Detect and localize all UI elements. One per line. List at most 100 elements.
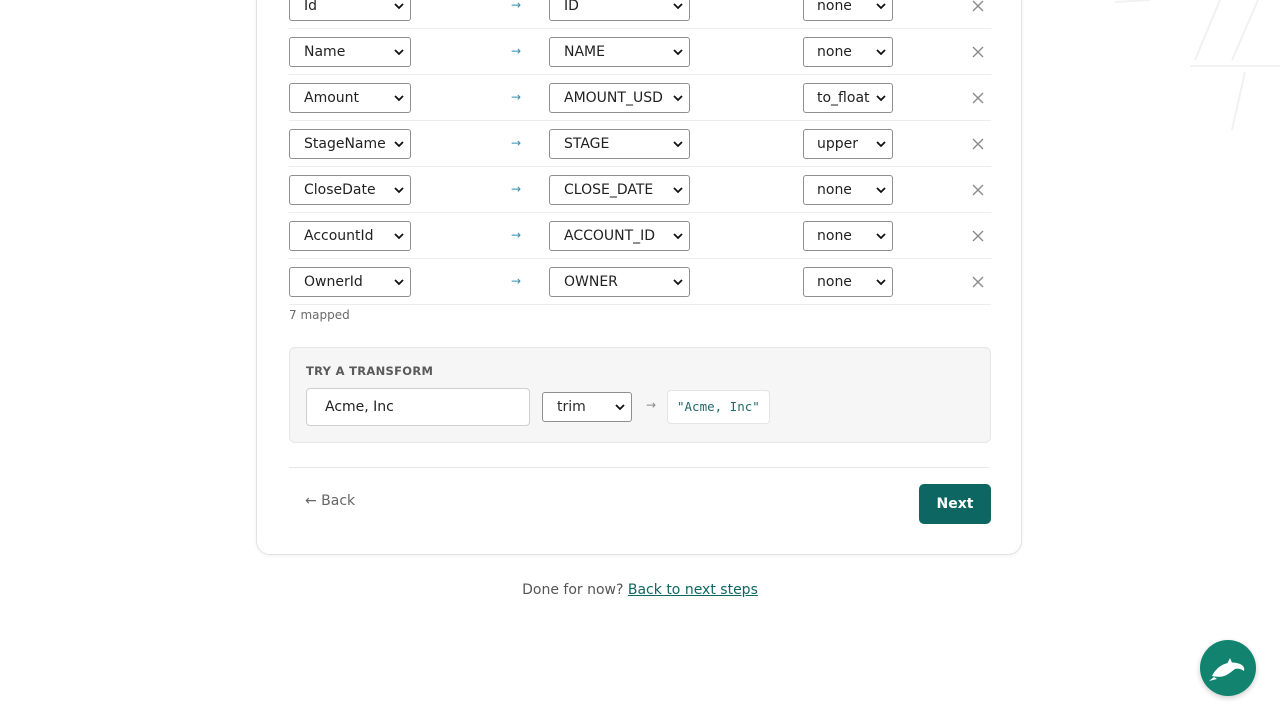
row-transform-value: none (817, 0, 852, 14)
mapping-row: Amount → AMOUNT_USD to_float (257, 75, 1023, 121)
source-field-value: Id (304, 0, 318, 14)
source-field-select[interactable]: Id (289, 0, 411, 21)
close-icon[interactable] (971, 0, 985, 13)
close-icon[interactable] (971, 275, 985, 289)
back-to-next-steps-link[interactable]: Back to next steps (628, 582, 758, 598)
source-field-value: OwnerId (304, 274, 363, 290)
arrow-icon: → (511, 136, 522, 150)
row-transform-value: none (817, 228, 852, 244)
background-decoration (1114, 0, 1280, 131)
row-transform-select[interactable]: none (803, 221, 893, 251)
chevron-down-icon (673, 49, 683, 56)
row-transform-select[interactable]: none (803, 37, 893, 67)
chevron-down-icon (394, 95, 404, 102)
chevron-down-icon (394, 187, 404, 194)
arrow-icon: → (511, 228, 522, 242)
arrow-icon: → (511, 44, 522, 58)
chevron-down-icon (673, 3, 683, 10)
target-column-value: CLOSE_DATE (564, 182, 654, 198)
target-column-value: OWNER (564, 274, 618, 290)
dolphin-icon (1209, 658, 1245, 681)
target-column-value: AMOUNT_USD (564, 90, 663, 106)
transform-select-value: trim (557, 399, 586, 415)
chevron-down-icon (876, 233, 886, 240)
chat-launcher-button[interactable] (1200, 640, 1256, 696)
target-column-select[interactable]: CLOSE_DATE (549, 175, 690, 205)
arrow-icon: → (511, 182, 522, 196)
source-field-select[interactable]: Name (289, 37, 411, 67)
divider (289, 467, 989, 468)
source-field-select[interactable]: CloseDate (289, 175, 411, 205)
arrow-icon: → (511, 90, 522, 104)
source-field-value: CloseDate (304, 182, 376, 198)
target-column-select[interactable]: ID (549, 0, 690, 21)
chevron-down-icon (673, 279, 683, 286)
row-transform-value: none (817, 44, 852, 60)
row-transform-value: upper (817, 136, 859, 152)
chevron-down-icon (394, 279, 404, 286)
arrow-icon: → (511, 274, 522, 288)
target-column-value: STAGE (564, 136, 610, 152)
transform-select[interactable]: trim (542, 392, 632, 422)
chevron-down-icon (673, 187, 683, 194)
row-transform-select[interactable]: to_float (803, 83, 893, 113)
mapping-row: StageName → STAGE upper (257, 121, 1023, 167)
row-transform-value: none (817, 274, 852, 290)
close-icon[interactable] (971, 183, 985, 197)
try-transform-panel: TRY A TRANSFORM Acme, Inc trim → "Acme, … (289, 347, 991, 443)
target-column-select[interactable]: ACCOUNT_ID (549, 221, 690, 251)
target-column-value: NAME (564, 44, 605, 60)
back-button[interactable]: ← Back (305, 493, 355, 509)
row-transform-select[interactable]: none (803, 0, 893, 21)
chevron-down-icon (673, 233, 683, 240)
close-icon[interactable] (971, 137, 985, 151)
row-transform-select[interactable]: none (803, 267, 893, 297)
sample-value-input[interactable]: Acme, Inc (306, 388, 530, 426)
row-transform-select[interactable]: upper (803, 129, 893, 159)
next-button[interactable]: Next (919, 484, 991, 524)
chevron-down-icon (615, 404, 625, 411)
chevron-down-icon (673, 141, 683, 148)
target-column-value: ACCOUNT_ID (564, 228, 656, 244)
target-column-select[interactable]: AMOUNT_USD (549, 83, 690, 113)
chevron-down-icon (394, 49, 404, 56)
source-field-select[interactable]: Amount (289, 83, 411, 113)
target-column-select[interactable]: OWNER (549, 267, 690, 297)
mapping-row: AccountId → ACCOUNT_ID none (257, 213, 1023, 259)
chevron-down-icon (394, 141, 404, 148)
chevron-down-icon (673, 95, 683, 102)
close-icon[interactable] (971, 91, 985, 105)
source-field-value: Name (304, 44, 346, 60)
chevron-down-icon (876, 49, 886, 56)
mapping-row: Id → ID none (257, 0, 1023, 29)
chevron-down-icon (876, 95, 886, 102)
mapping-row: CloseDate → CLOSE_DATE none (257, 167, 1023, 213)
source-field-value: StageName (304, 136, 386, 152)
footer: Done for now? Back to next steps (0, 582, 1280, 598)
mapped-count: 7 mapped (289, 308, 350, 322)
chevron-down-icon (876, 141, 886, 148)
source-field-select[interactable]: StageName (289, 129, 411, 159)
target-column-select[interactable]: NAME (549, 37, 690, 67)
target-column-value: ID (564, 0, 579, 14)
source-field-value: AccountId (304, 228, 374, 244)
field-mapping-card: Id → ID none Name → NAME none Amount → AMOUNT_USD t… (256, 0, 1022, 555)
mapping-row: OwnerId → OWNER none (257, 259, 1023, 305)
chevron-down-icon (876, 3, 886, 10)
transform-result: "Acme, Inc" (667, 390, 770, 424)
target-column-select[interactable]: STAGE (549, 129, 690, 159)
row-transform-value: to_float (817, 90, 870, 106)
try-transform-title: TRY A TRANSFORM (306, 364, 434, 378)
chevron-down-icon (394, 233, 404, 240)
source-field-select[interactable]: AccountId (289, 221, 411, 251)
arrow-icon: → (646, 398, 657, 412)
mapping-row: Name → NAME none (257, 29, 1023, 75)
arrow-icon: → (511, 0, 522, 12)
row-transform-value: none (817, 182, 852, 198)
close-icon[interactable] (971, 229, 985, 243)
chevron-down-icon (876, 279, 886, 286)
row-transform-select[interactable]: none (803, 175, 893, 205)
source-field-select[interactable]: OwnerId (289, 267, 411, 297)
close-icon[interactable] (971, 45, 985, 59)
chevron-down-icon (394, 3, 404, 10)
